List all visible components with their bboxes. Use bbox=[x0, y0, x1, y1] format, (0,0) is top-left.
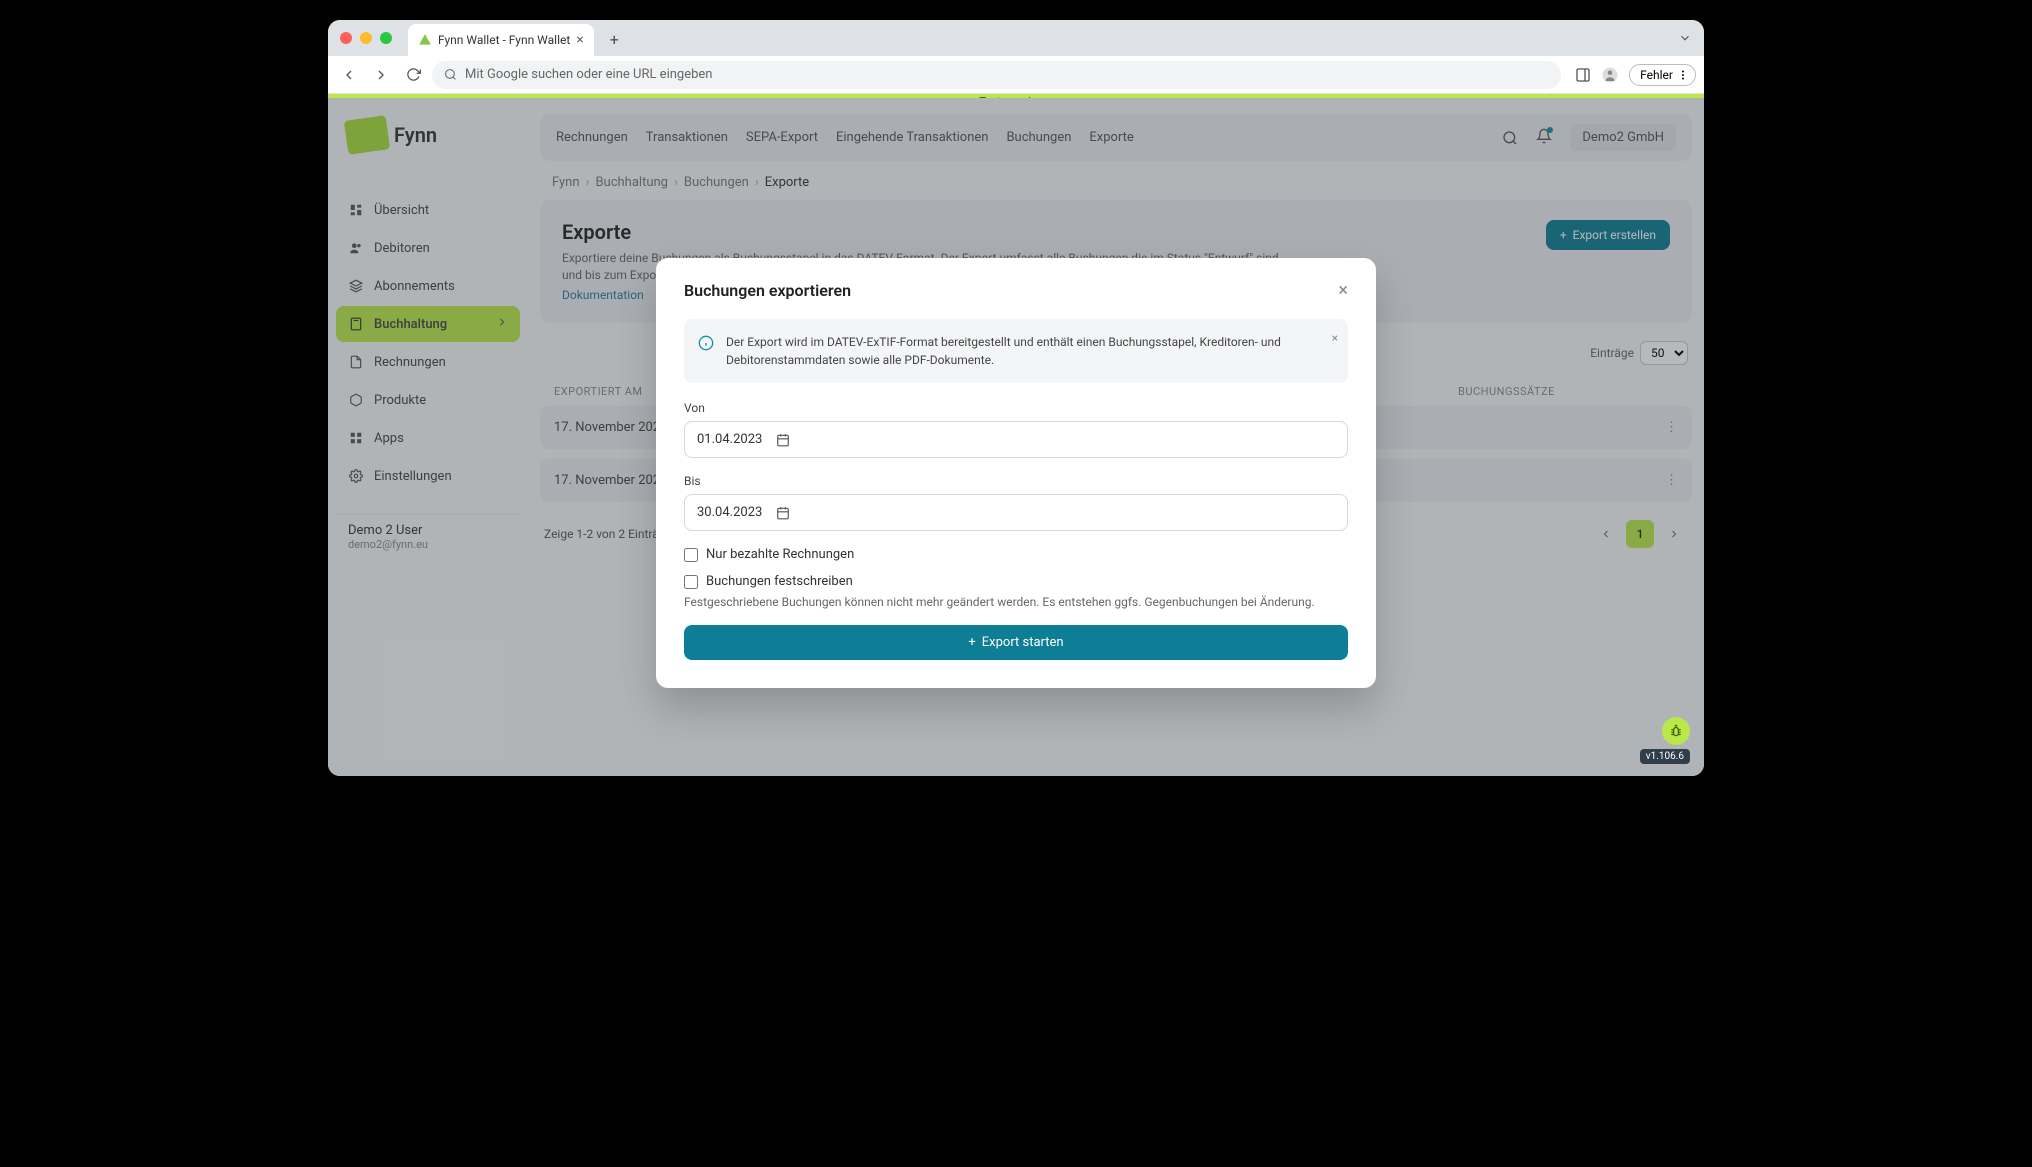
export-modal: Buchungen exportieren × Der Export wird … bbox=[656, 258, 1376, 688]
reload-button[interactable] bbox=[400, 62, 426, 88]
close-window-button[interactable] bbox=[340, 32, 352, 44]
address-placeholder: Mit Google suchen oder eine URL eingeben bbox=[465, 67, 712, 82]
browser-tab-strip: Fynn Wallet - Fynn Wallet × + bbox=[328, 20, 1704, 56]
plus-icon: + bbox=[968, 635, 975, 650]
toolbar-right: Fehler bbox=[1575, 64, 1696, 86]
traffic-lights bbox=[340, 32, 392, 44]
from-date-value: 01.04.2023 bbox=[697, 432, 762, 447]
modal-title: Buchungen exportieren bbox=[684, 281, 851, 300]
new-tab-button[interactable]: + bbox=[610, 30, 619, 49]
show-all-tabs-button[interactable] bbox=[1678, 31, 1692, 45]
address-bar[interactable]: Mit Google suchen oder eine URL eingeben bbox=[432, 61, 1561, 89]
minimize-window-button[interactable] bbox=[360, 32, 372, 44]
maximize-window-button[interactable] bbox=[380, 32, 392, 44]
version-badge: v1.106.6 bbox=[1640, 717, 1690, 764]
bug-icon bbox=[1669, 724, 1683, 738]
only-paid-checkbox-row[interactable]: Nur bezahlte Rechnungen bbox=[684, 547, 1348, 562]
browser-tab-title: Fynn Wallet - Fynn Wallet bbox=[438, 33, 570, 47]
only-paid-checkbox[interactable] bbox=[684, 548, 698, 562]
to-label: Bis bbox=[684, 474, 1348, 488]
info-banner: Der Export wird im DATEV-ExTIF-Format be… bbox=[684, 319, 1348, 383]
finalize-checkbox-row[interactable]: Buchungen festschreiben bbox=[684, 574, 1348, 589]
error-indicator-button[interactable]: Fehler bbox=[1629, 64, 1696, 86]
from-date-input[interactable]: 01.04.2023 bbox=[684, 421, 1348, 458]
profile-icon[interactable] bbox=[1601, 66, 1619, 84]
calendar-icon bbox=[776, 506, 790, 520]
back-button[interactable] bbox=[336, 62, 362, 88]
calendar-icon bbox=[776, 433, 790, 447]
browser-toolbar: Mit Google suchen oder eine URL eingeben… bbox=[328, 56, 1704, 94]
error-label: Fehler bbox=[1640, 68, 1673, 82]
modal-overlay[interactable]: Buchungen exportieren × Der Export wird … bbox=[328, 98, 1704, 776]
from-label: Von bbox=[684, 401, 1348, 415]
to-date-value: 30.04.2023 bbox=[697, 505, 762, 520]
finalize-help-text: Festgeschriebene Buchungen können nicht … bbox=[684, 595, 1348, 609]
version-text: v1.106.6 bbox=[1640, 749, 1690, 764]
info-close-button[interactable]: × bbox=[1332, 329, 1338, 347]
kebab-icon bbox=[1677, 69, 1689, 81]
tab-favicon-icon bbox=[418, 33, 432, 47]
bug-report-button[interactable] bbox=[1662, 717, 1690, 745]
modal-close-button[interactable]: × bbox=[1338, 280, 1348, 301]
finalize-label: Buchungen festschreiben bbox=[706, 574, 853, 589]
start-export-button[interactable]: + Export starten bbox=[684, 625, 1348, 660]
panel-toggle-icon[interactable] bbox=[1575, 67, 1591, 83]
to-date-input[interactable]: 30.04.2023 bbox=[684, 494, 1348, 531]
finalize-checkbox[interactable] bbox=[684, 575, 698, 589]
window: Fynn Wallet - Fynn Wallet × + Mit Google… bbox=[328, 20, 1704, 776]
search-icon bbox=[444, 68, 457, 81]
start-export-label: Export starten bbox=[982, 635, 1064, 650]
close-tab-button[interactable]: × bbox=[576, 32, 583, 48]
forward-button[interactable] bbox=[368, 62, 394, 88]
browser-tab[interactable]: Fynn Wallet - Fynn Wallet × bbox=[408, 24, 594, 56]
info-text: Der Export wird im DATEV-ExTIF-Format be… bbox=[726, 333, 1334, 369]
app-body: Fynn Übersicht Debitoren Abonnements Bu bbox=[328, 98, 1704, 776]
info-icon bbox=[698, 335, 714, 356]
modal-header: Buchungen exportieren × bbox=[684, 280, 1348, 301]
only-paid-label: Nur bezahlte Rechnungen bbox=[706, 547, 854, 562]
